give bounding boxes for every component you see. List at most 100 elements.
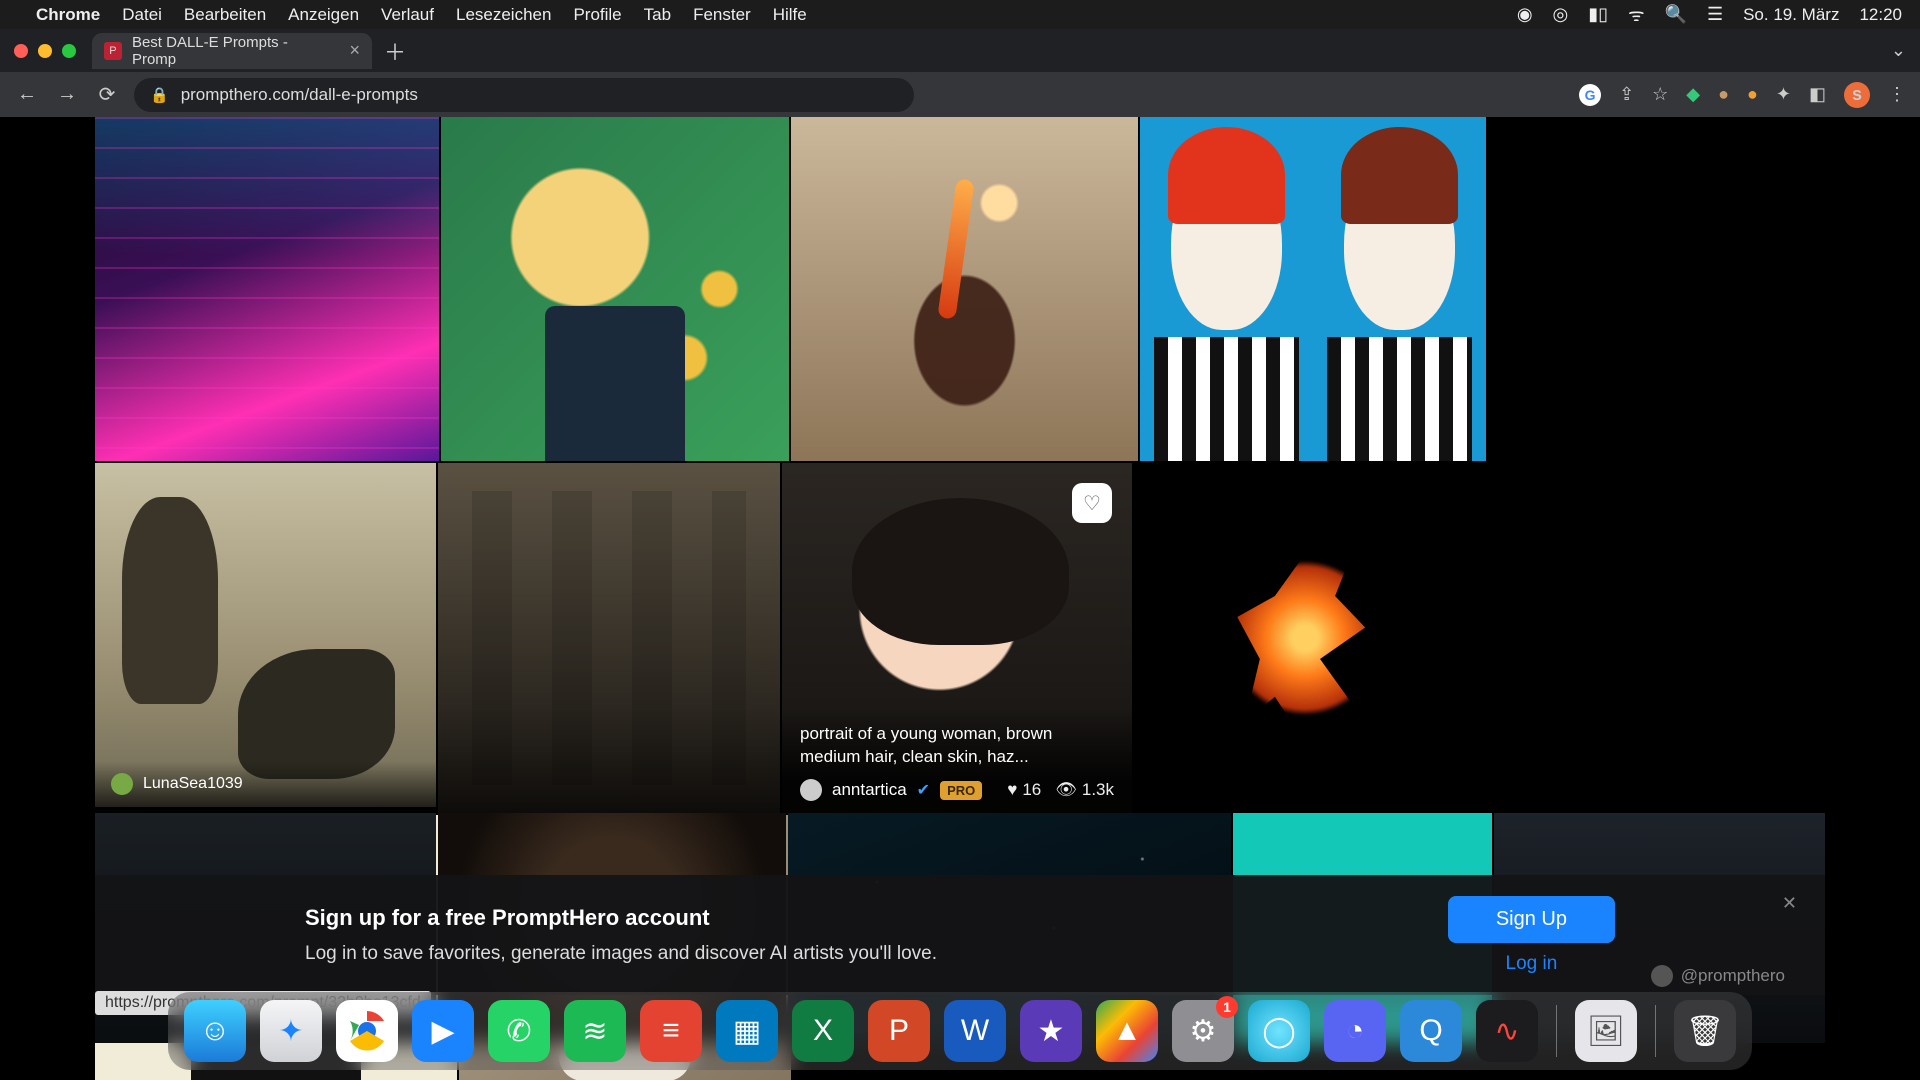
- app-icon[interactable]: ◯: [1248, 1000, 1310, 1062]
- tab-close-button[interactable]: ×: [349, 40, 360, 61]
- prompt-card-hovered[interactable]: ♡ portrait of a young woman, brown mediu…: [782, 463, 1132, 813]
- prompt-image: [1140, 117, 1486, 461]
- banner-subtitle: Log in to save favorites, generate image…: [305, 943, 937, 965]
- card-username[interactable]: LunaSea1039: [143, 775, 243, 793]
- chrome-toolbar: ← → ⟳ 🔒 prompthero.com/dall-e-prompts G …: [0, 72, 1920, 117]
- signup-button[interactable]: Sign Up: [1448, 896, 1615, 943]
- prompt-card[interactable]: [438, 463, 780, 813]
- wifi-icon[interactable]: ᯤ: [1628, 3, 1644, 27]
- profile-avatar[interactable]: s: [1844, 82, 1870, 108]
- sidepanel-icon[interactable]: ◧: [1809, 84, 1826, 105]
- excel-icon[interactable]: X: [792, 1000, 854, 1062]
- settings-icon[interactable]: ⚙1: [1172, 1000, 1234, 1062]
- prompt-image: [791, 117, 1138, 461]
- tab-list-button[interactable]: ⌄: [1891, 40, 1906, 61]
- prompt-card[interactable]: [791, 117, 1138, 461]
- prompt-text: portrait of a young woman, brown medium …: [800, 723, 1114, 769]
- menu-app[interactable]: Chrome: [36, 5, 100, 25]
- pro-badge: PRO: [940, 781, 982, 800]
- zoom-icon[interactable]: ▶: [412, 1000, 474, 1062]
- card-username[interactable]: anntartica: [832, 780, 907, 800]
- lock-icon[interactable]: 🔒: [150, 86, 169, 104]
- window-controls: [14, 44, 76, 58]
- drive-icon[interactable]: ▲: [1096, 1000, 1158, 1062]
- share-icon[interactable]: ⇪: [1619, 84, 1634, 105]
- card-user-overlay: LunaSea1039: [95, 761, 436, 807]
- url-text: prompthero.com/dall-e-prompts: [181, 85, 418, 105]
- record-icon[interactable]: ◉: [1517, 4, 1533, 25]
- menu-item[interactable]: Lesezeichen: [456, 5, 551, 25]
- prompt-image: [1134, 463, 1476, 813]
- back-button[interactable]: ←: [14, 83, 40, 106]
- bookmark-icon[interactable]: ☆: [1652, 84, 1668, 105]
- prompt-image: [441, 117, 789, 461]
- card-hover-meta: portrait of a young woman, brown medium …: [782, 709, 1132, 813]
- prompt-image: [95, 463, 436, 807]
- handle-text: @prompthero: [1681, 966, 1785, 986]
- powerpoint-icon[interactable]: P: [868, 1000, 930, 1062]
- forward-button[interactable]: →: [54, 83, 80, 106]
- favorite-button[interactable]: ♡: [1072, 483, 1112, 523]
- dock-separator: [1556, 1005, 1557, 1057]
- trello-icon[interactable]: ▦: [716, 1000, 778, 1062]
- whatsapp-icon[interactable]: ✆: [488, 1000, 550, 1062]
- heart-icon: ♡: [1083, 491, 1101, 516]
- window-close-button[interactable]: [14, 44, 28, 58]
- badge-count: 1: [1216, 996, 1238, 1018]
- prompt-image: [95, 117, 439, 461]
- extensions-menu-icon[interactable]: ✦: [1776, 84, 1791, 105]
- prompt-card[interactable]: [1140, 117, 1486, 461]
- prompt-card[interactable]: [95, 117, 439, 461]
- extension-icon[interactable]: ●: [1718, 84, 1729, 105]
- prompt-card[interactable]: [1134, 463, 1476, 813]
- signup-banner: Sign up for a free PromptHero account Lo…: [95, 875, 1825, 995]
- window-minimize-button[interactable]: [38, 44, 52, 58]
- prompt-card[interactable]: LunaSea1039: [95, 463, 436, 807]
- new-tab-button[interactable]: ＋: [384, 35, 406, 67]
- menu-item[interactable]: Verlauf: [381, 5, 434, 25]
- imovie-icon[interactable]: ★: [1020, 1000, 1082, 1062]
- battery-icon[interactable]: ▮▯: [1588, 4, 1608, 25]
- google-icon[interactable]: G: [1579, 84, 1601, 106]
- views-count: 👁1.3k: [1055, 780, 1114, 800]
- menubar-date[interactable]: So. 19. März: [1743, 5, 1839, 25]
- reload-button[interactable]: ⟳: [94, 82, 120, 107]
- user-avatar-icon: [1651, 965, 1673, 987]
- finder-icon[interactable]: ☺: [184, 1000, 246, 1062]
- preview-doc-icon[interactable]: 🖼: [1575, 1000, 1637, 1062]
- chrome-icon[interactable]: [336, 1000, 398, 1062]
- extension-icon[interactable]: ●: [1747, 84, 1758, 105]
- voice-memos-icon[interactable]: ∿: [1476, 1000, 1538, 1062]
- window-zoom-button[interactable]: [62, 44, 76, 58]
- address-bar[interactable]: 🔒 prompthero.com/dall-e-prompts: [134, 78, 914, 112]
- search-icon[interactable]: 🔍: [1665, 4, 1687, 25]
- user-avatar-icon: [800, 779, 822, 801]
- word-icon[interactable]: W: [944, 1000, 1006, 1062]
- prompt-card[interactable]: [441, 117, 789, 461]
- tab-title: Best DALL-E Prompts - Promp: [132, 34, 336, 68]
- spotify-icon[interactable]: ≋: [564, 1000, 626, 1062]
- discord-icon[interactable]: ◔: [1324, 1000, 1386, 1062]
- menu-item[interactable]: Fenster: [693, 5, 751, 25]
- menu-item[interactable]: Bearbeiten: [184, 5, 266, 25]
- banner-handle[interactable]: @prompthero: [1651, 965, 1785, 987]
- menu-item[interactable]: Datei: [122, 5, 162, 25]
- user-avatar-icon: [111, 773, 133, 795]
- login-link[interactable]: Log in: [1506, 953, 1558, 975]
- menu-item[interactable]: Tab: [644, 5, 671, 25]
- screencap-icon[interactable]: ◎: [1553, 4, 1569, 25]
- extension-icon[interactable]: ◆: [1686, 84, 1700, 105]
- banner-title: Sign up for a free PromptHero account: [305, 905, 937, 931]
- safari-icon[interactable]: ✦: [260, 1000, 322, 1062]
- quicktime-icon[interactable]: Q: [1400, 1000, 1462, 1062]
- menu-item[interactable]: Anzeigen: [288, 5, 359, 25]
- browser-tab[interactable]: P Best DALL-E Prompts - Promp ×: [92, 33, 372, 69]
- todoist-icon[interactable]: ≡: [640, 1000, 702, 1062]
- control-center-icon[interactable]: ☰: [1707, 4, 1723, 25]
- trash-icon[interactable]: 🗑: [1674, 1000, 1736, 1062]
- menu-item[interactable]: Hilfe: [773, 5, 807, 25]
- menu-item[interactable]: Profile: [573, 5, 621, 25]
- menubar-time[interactable]: 12:20: [1859, 5, 1902, 25]
- chrome-menu-icon[interactable]: ⋮: [1888, 84, 1906, 105]
- banner-close-button[interactable]: ✕: [1782, 893, 1797, 914]
